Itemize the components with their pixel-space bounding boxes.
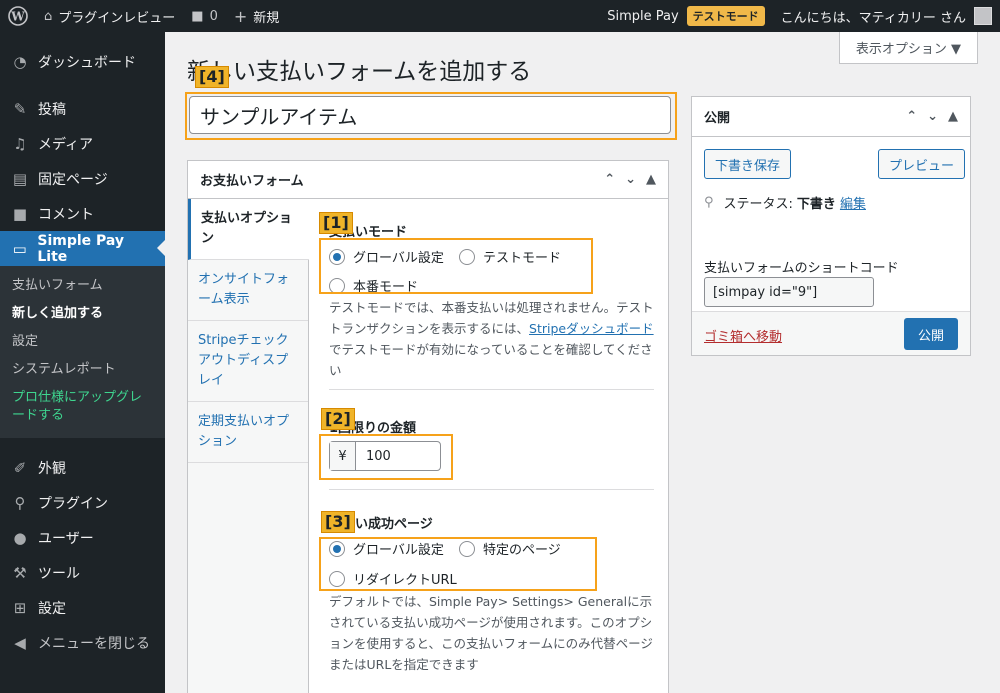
tab-stripe-checkout-display[interactable]: Stripeチェックアウトディスプレイ xyxy=(188,321,308,402)
site-name-link[interactable]: ⌂ プラグインレビュー xyxy=(36,0,183,32)
toggle-triangle-icon[interactable]: ▲ xyxy=(948,109,958,124)
chevron-up-icon[interactable]: ⌃ xyxy=(906,109,917,124)
publish-button[interactable]: 公開 xyxy=(903,318,958,350)
shortcode-field[interactable]: [simpay id="9"] xyxy=(704,277,874,307)
admin-bar: W ⌂ プラグインレビュー ■ 0 + 新規 Simple Pay テストモード… xyxy=(0,0,1000,32)
menu-plugins[interactable]: ⚲ プラグイン xyxy=(0,485,165,520)
form-tabs: 支払いオプション オンサイトフォーム表示 Stripeチェックアウトディスプレイ… xyxy=(188,199,309,693)
comment-icon: ■ xyxy=(12,204,28,223)
preview-button[interactable]: プレビュー xyxy=(878,149,966,179)
highlight-box-2 xyxy=(319,434,453,480)
screen-options-button[interactable]: 表示オプション ▼ xyxy=(838,32,978,64)
media-icon: ♫ xyxy=(13,134,27,153)
account-link[interactable]: こんにちは、マティカリー さん xyxy=(773,0,1000,32)
tab-onsite-form-display[interactable]: オンサイトフォーム表示 xyxy=(188,260,308,321)
divider xyxy=(329,489,654,490)
submenu-system-report[interactable]: システムレポート xyxy=(0,356,165,384)
menu-comments[interactable]: ■ コメント xyxy=(0,196,165,231)
menu-settings[interactable]: ⊞ 設定 xyxy=(0,590,165,625)
submenu-payment-forms[interactable]: 支払いフォーム xyxy=(0,272,165,300)
submenu-settings[interactable]: 設定 xyxy=(0,328,165,356)
avatar xyxy=(974,7,992,25)
new-content-link[interactable]: + 新規 xyxy=(226,0,287,32)
menu-appearance[interactable]: ✐ 外観 xyxy=(0,450,165,485)
menu-tools[interactable]: ⚒ ツール xyxy=(0,555,165,590)
highlight-box-1 xyxy=(319,238,593,294)
highlight-box-3 xyxy=(319,537,597,591)
payment-mode-description: テストモードでは、本番支払いは処理されません。テストトランザクションを表示するに… xyxy=(329,300,654,378)
shortcode-label: 支払いフォームのショートコード xyxy=(704,261,899,276)
stripe-dashboard-link[interactable]: Stripeダッシュボード xyxy=(529,321,654,336)
wordpress-logo-icon[interactable]: W xyxy=(0,0,36,32)
simple-pay-submenu: 支払いフォーム 新しく追加する 設定 システムレポート プロ仕様にアップグレード… xyxy=(0,266,165,438)
submenu-add-new[interactable]: 新しく追加する xyxy=(0,300,165,328)
plugin-icon: ⚲ xyxy=(14,493,26,512)
test-mode-badge: テストモード xyxy=(686,6,765,26)
annotation-label-1: [1] xyxy=(319,212,353,234)
annotation-label-3: [3] xyxy=(321,511,355,533)
wrench-icon: ⚒ xyxy=(13,563,27,582)
submenu-upgrade[interactable]: プロ仕様にアップグレードする xyxy=(0,384,165,430)
admin-sidebar: ◔ ダッシュボード ✎ 投稿 ♫ メディア ▤ 固定ページ ■ コメント ▭ Simple … xyxy=(0,32,165,693)
pin-icon: ⚲ xyxy=(704,195,714,210)
tab-subscription-options[interactable]: 定期支払いオプション xyxy=(188,402,308,463)
chevron-up-icon[interactable]: ⌃ xyxy=(604,172,615,187)
user-icon: ● xyxy=(13,528,27,547)
simple-pay-mode-link[interactable]: Simple Pay テストモード xyxy=(599,0,772,32)
publish-header: 公開 ⌃ ⌄ ▲ xyxy=(692,97,970,137)
publish-footer: ゴミ箱へ移動 公開 xyxy=(692,311,970,355)
chevron-down-icon[interactable]: ⌄ xyxy=(625,172,636,187)
move-to-trash-link[interactable]: ゴミ箱へ移動 xyxy=(704,326,782,345)
annotation-label-2: [2] xyxy=(321,408,355,430)
save-draft-button[interactable]: 下書き保存 xyxy=(704,149,792,179)
main-content: 表示オプション ▼ 新しい支払いフォームを追加する サンプルアイテム [4] お… xyxy=(165,32,1000,693)
menu-collapse[interactable]: ◀ メニューを閉じる xyxy=(0,625,165,660)
menu-simple-pay[interactable]: ▭ Simple Pay Lite xyxy=(0,231,165,266)
dashboard-icon: ◔ xyxy=(13,52,27,71)
menu-pages[interactable]: ▤ 固定ページ xyxy=(0,161,165,196)
svg-text:W: W xyxy=(10,10,25,24)
comment-bubble-icon: ■ xyxy=(191,8,204,24)
menu-media[interactable]: ♫ メディア xyxy=(0,126,165,161)
success-page-description: デフォルトでは、Simple Pay> Settings> Generalに示さ… xyxy=(329,594,653,672)
menu-users[interactable]: ● ユーザー xyxy=(0,520,165,555)
annotation-label-4: [4] xyxy=(195,66,229,88)
menu-posts[interactable]: ✎ 投稿 xyxy=(0,91,165,126)
toggle-triangle-icon[interactable]: ▲ xyxy=(646,172,656,187)
card-icon: ▭ xyxy=(12,239,27,258)
plus-icon: + xyxy=(233,6,248,26)
title-input[interactable]: サンプルアイテム xyxy=(189,96,671,134)
page-icon: ▤ xyxy=(12,169,28,188)
chevron-down-icon[interactable]: ⌄ xyxy=(927,109,938,124)
publish-metabox: 公開 ⌃ ⌄ ▲ 下書き保存 プレビュー ⚲ ステータス: 下書き 編集 支払い… xyxy=(691,96,971,356)
home-icon: ⌂ xyxy=(44,8,53,24)
pin-icon: ✎ xyxy=(13,99,27,118)
metabox-header: お支払いフォーム ⌃ ⌄ ▲ xyxy=(188,161,668,199)
divider xyxy=(329,389,654,390)
edit-status-link[interactable]: 編集 xyxy=(840,193,866,212)
collapse-icon: ◀ xyxy=(14,633,26,652)
status-row: ⚲ ステータス: 下書き 編集 xyxy=(704,193,866,212)
brush-icon: ✐ xyxy=(13,458,27,477)
settings-icon: ⊞ xyxy=(13,598,27,617)
menu-dashboard[interactable]: ◔ ダッシュボード xyxy=(0,44,165,79)
comments-link[interactable]: ■ 0 xyxy=(183,0,226,32)
page-title: 新しい支払いフォームを追加する xyxy=(187,59,532,85)
tab-payment-options[interactable]: 支払いオプション xyxy=(188,199,309,260)
